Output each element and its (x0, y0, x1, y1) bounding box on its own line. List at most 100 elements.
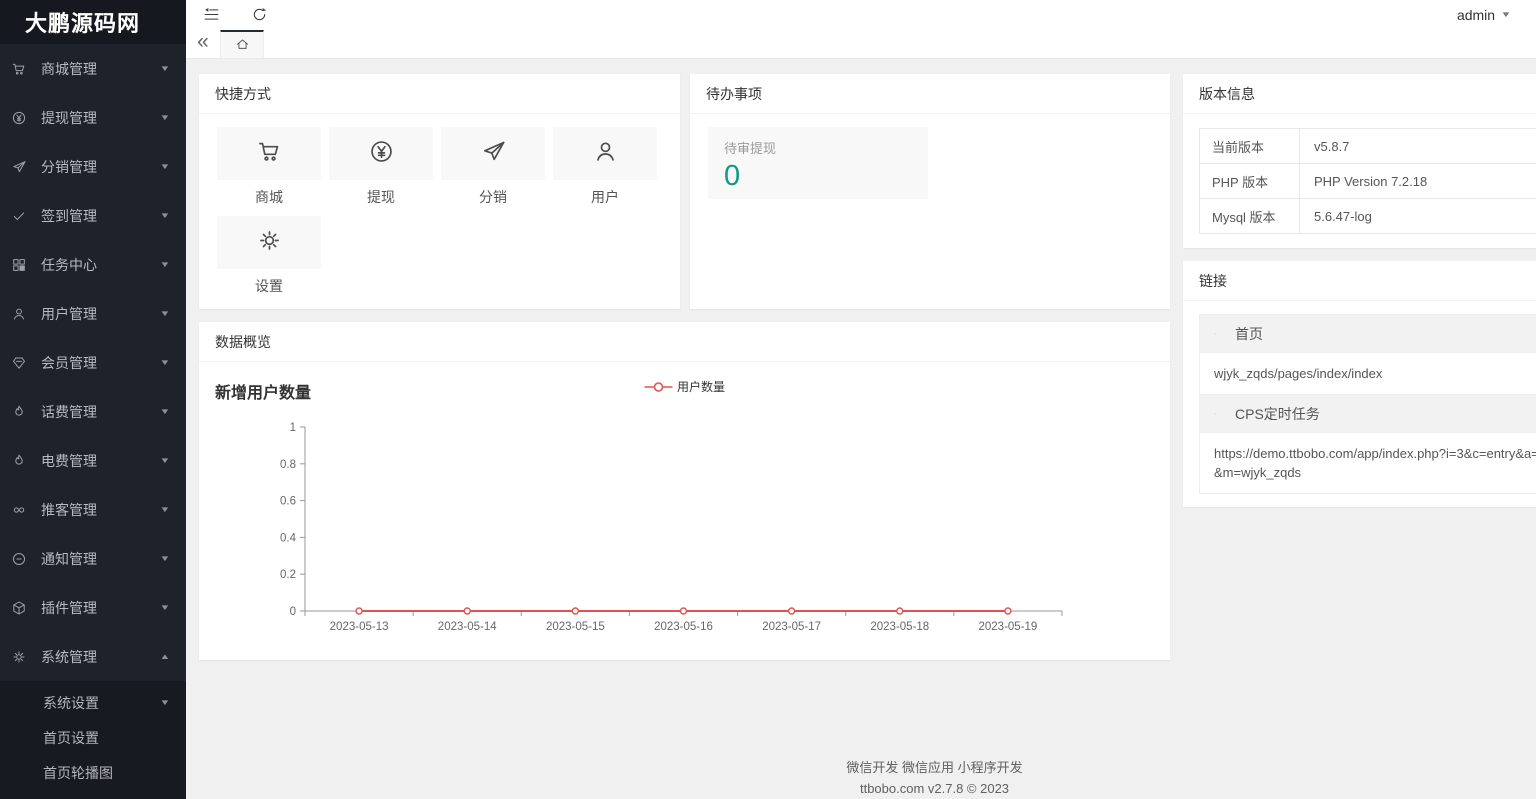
sidebar-subitem-home-carousel[interactable]: 首页轮播图 (0, 755, 186, 790)
svg-text:0.4: 0.4 (280, 532, 297, 544)
data-overview-card: 数据概览 新增用户数量 用户数量 00.20.40.60.812023-05-1… (199, 322, 1170, 660)
caret-down-icon: ▼ (1500, 10, 1511, 19)
todo-card-title: 待办事项 (690, 74, 1170, 114)
pending-withdraw-label: 待审提现 (724, 138, 912, 157)
sidebar-item-signin[interactable]: 签到管理▼ (0, 191, 186, 240)
version-key: PHP 版本 (1200, 164, 1300, 199)
sidebar-submenu: 系统设置▼ 首页设置首页轮播图 (0, 681, 186, 799)
footer-line1: 微信开发 微信应用 小程序开发 (199, 757, 1536, 778)
user-dropdown[interactable]: admin ▼ (1457, 7, 1510, 23)
caret-up-icon: ▲ (159, 652, 170, 661)
pending-withdraw-value: 0 (724, 160, 912, 193)
caret-down-icon: ▼ (159, 64, 170, 73)
link-panel-content: wjyk_zqds/pages/index/index (1200, 353, 1536, 395)
link-panel-header[interactable]: 首页 (1200, 315, 1536, 353)
sidebar-item-system[interactable]: 系统管理▲ (0, 632, 186, 681)
shortcut-distribution[interactable]: 分销 (441, 127, 545, 207)
user-icon (592, 138, 619, 170)
brand-logo[interactable]: 大鹏源码网 (0, 0, 186, 44)
main-area: admin ▼ « 快捷方式 商城提现分销用户设置 待办事项 (186, 0, 1536, 799)
refresh-icon[interactable] (248, 4, 270, 26)
gear-icon (11, 649, 32, 665)
send-icon (11, 159, 32, 175)
link-panel-content: https://demo.ttbobo.com/app/index.php?i=… (1200, 433, 1536, 493)
collapse-sidebar-icon[interactable] (200, 4, 222, 26)
tab-home[interactable] (220, 30, 264, 58)
sidebar-item-promoter[interactable]: 推客管理▼ (0, 485, 186, 534)
version-row: PHP 版本PHP Version 7.2.18 (1200, 164, 1536, 199)
check-icon (11, 208, 32, 224)
sidebar-item-tasks[interactable]: 任务中心▼ (0, 240, 186, 289)
sidebar-item-label: 会员管理 (41, 353, 161, 373)
caret-down-icon: ▼ (159, 505, 170, 514)
yen-icon (368, 138, 395, 170)
caret-down-icon: ▼ (159, 456, 170, 465)
shortcut-mall[interactable]: 商城 (217, 127, 321, 207)
chart-legend-item[interactable]: 用户数量 (644, 378, 725, 395)
version-key: Mysql 版本 (1200, 199, 1300, 234)
sidebar-item-label: 电费管理 (41, 451, 161, 471)
svg-text:0.2: 0.2 (280, 569, 296, 581)
svg-text:2023-05-14: 2023-05-14 (438, 621, 497, 633)
sidebar-item-users[interactable]: 用户管理▼ (0, 289, 186, 338)
sidebar-item-label: 签到管理 (41, 206, 161, 226)
link-panel-title: 首页 (1235, 324, 1263, 344)
sidebar-item-withdraw[interactable]: 提现管理▼ (0, 93, 186, 142)
caret-down-icon: ▼ (159, 603, 170, 612)
version-card-title: 版本信息 (1183, 74, 1536, 114)
sidebar-item-label: 用户管理 (41, 304, 161, 324)
caret-down-icon: ▼ (159, 260, 170, 269)
sidebar-item-electric-fee[interactable]: 电费管理▼ (0, 436, 186, 485)
sidebar-item-members[interactable]: 会员管理▼ (0, 338, 186, 387)
version-table: 当前版本v5.8.7PHP 版本PHP Version 7.2.18Mysql … (1199, 128, 1536, 234)
sidebar-item-label: 插件管理 (41, 598, 161, 618)
shortcut-label: 分销 (441, 187, 545, 207)
shortcuts-card: 快捷方式 商城提现分销用户设置 (199, 74, 680, 309)
shortcut-label: 商城 (217, 187, 321, 207)
shortcut-withdraw[interactable]: 提现 (329, 127, 433, 207)
chevron-down-icon (1214, 408, 1226, 420)
infinity-icon (11, 502, 32, 518)
sidebar-item-phone-fee[interactable]: 话费管理▼ (0, 387, 186, 436)
gear-icon (256, 227, 283, 259)
sidebar-subitem-home-settings[interactable]: 首页设置 (0, 720, 186, 755)
shortcut-label: 用户 (553, 187, 657, 207)
sidebar-item-label: 系统管理 (41, 647, 161, 667)
username-label: admin (1457, 7, 1495, 23)
sidebar-subitem-system-settings[interactable]: 系统设置▼ (0, 685, 186, 720)
caret-down-icon: ▼ (159, 554, 170, 563)
footer-line2: ttbobo.com v2.7.8 © 2023 (199, 778, 1536, 799)
shortcut-tile-settings (217, 216, 321, 269)
svg-text:0.8: 0.8 (280, 459, 296, 471)
shortcut-settings[interactable]: 设置 (217, 216, 321, 296)
link-panel-title: CPS定时任务 (1235, 404, 1320, 424)
user-icon (11, 306, 32, 322)
cart-icon (256, 138, 283, 170)
data-point-marker (681, 608, 687, 614)
home-icon (235, 37, 250, 52)
links-card: 链接 首页 wjyk_zqds/pages/index/index CPS定时任务 h… (1183, 261, 1536, 507)
pending-withdraw-tile[interactable]: 待审提现 0 (708, 127, 928, 199)
shortcut-tile-distribution (441, 127, 545, 180)
sidebar-item-notice[interactable]: 通知管理▼ (0, 534, 186, 583)
shortcut-tile-users (553, 127, 657, 180)
sidebar-item-mall[interactable]: 商城管理▼ (0, 44, 186, 93)
shortcut-users[interactable]: 用户 (553, 127, 657, 207)
link-panel-header[interactable]: CPS定时任务 (1200, 395, 1536, 433)
todo-card: 待办事项 待审提现 0 (690, 74, 1170, 309)
notice-icon (11, 551, 32, 567)
footer: 微信开发 微信应用 小程序开发 ttbobo.com v2.7.8 © 2023 (199, 757, 1536, 799)
svg-text:2023-05-19: 2023-05-19 (979, 621, 1038, 633)
sidebar-item-plugins[interactable]: 插件管理▼ (0, 583, 186, 632)
tabs-collapse-left-icon[interactable]: « (186, 30, 220, 58)
gem-icon (11, 355, 32, 371)
sidebar-item-distribution[interactable]: 分销管理▼ (0, 142, 186, 191)
svg-text:0: 0 (290, 606, 296, 618)
links-accordion: 首页 wjyk_zqds/pages/index/index CPS定时任务 http… (1199, 314, 1536, 494)
app-root: 大鹏源码网 商城管理▼提现管理▼分销管理▼签到管理▼任务中心▼用户管理▼会员管理… (0, 0, 1536, 799)
legend-line-marker-icon (644, 381, 672, 393)
yen-icon (11, 110, 32, 126)
shortcut-grid: 商城提现分销用户设置 (199, 114, 680, 309)
links-card-title: 链接 (1183, 261, 1536, 301)
sidebar-subitem-label: 首页设置 (43, 728, 169, 748)
